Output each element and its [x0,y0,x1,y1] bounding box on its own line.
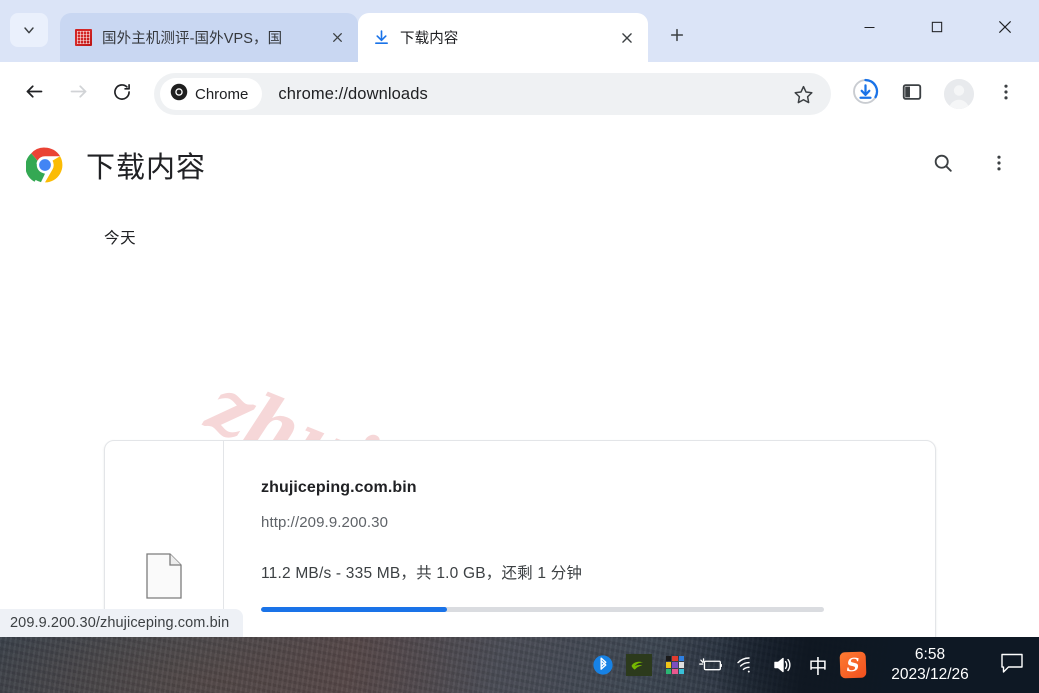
url-text[interactable]: chrome://downloads [278,85,783,104]
more-menu-icon [989,153,1009,178]
minimize-button[interactable] [835,0,903,54]
chevron-down-icon [21,22,37,38]
download-icon [372,29,390,47]
back-arrow-icon [24,81,45,107]
chrome-window: 国外主机测评-国外VPS，国 下载内容 Chrome chrome://down… [0,0,1039,637]
address-bar[interactable]: Chrome chrome://downloads [154,73,831,115]
close-button[interactable] [971,0,1039,54]
tab-strip: 国外主机测评-国外VPS，国 下载内容 [0,0,1039,62]
screen: 国外主机测评-国外VPS，国 下载内容 Chrome chrome://down… [0,0,1039,693]
downloads-header: 下载内容 [0,126,1039,204]
browser-tab-inactive[interactable]: 国外主机测评-国外VPS，国 [60,13,358,62]
plus-icon [669,27,685,48]
tab-list: 国外主机测评-国外VPS，国 下载内容 [60,0,694,62]
window-controls [835,0,1039,54]
side-panel-button[interactable] [891,73,933,115]
download-file-icon-column [105,441,224,637]
back-button[interactable] [12,72,56,116]
downloads-button[interactable] [844,73,886,115]
clock-date: 2023/12/26 [891,666,969,683]
clock-time: 6:58 [914,646,946,664]
download-progress-fill [261,607,447,612]
volume-icon[interactable] [765,637,801,693]
nvidia-icon[interactable] [621,637,657,693]
windows-taskbar: 中 S 6:58 2023/12/26 [0,637,1039,693]
browser-tab-active[interactable]: 下载内容 [358,13,648,62]
sogou-logo: S [839,651,867,679]
date-group-heading: 今天 [104,230,137,247]
download-source-url[interactable]: http://209.9.200.30 [261,514,935,531]
new-tab-button[interactable] [660,20,694,54]
color-palette-icon[interactable] [657,637,693,693]
search-icon [932,152,954,179]
wifi-icon[interactable] [729,637,765,693]
download-filename[interactable]: zhujiceping.com.bin [261,479,935,497]
tab-close-button[interactable] [614,25,640,51]
kebab-menu-icon [996,82,1016,107]
sogou-input-icon[interactable]: S [835,637,871,693]
download-progress-bar [261,607,824,612]
download-status-text: 11.2 MB/s - 335 MB，共 1.0 GB，还剩 1 分钟 [261,565,583,582]
chrome-logo-icon [25,146,64,184]
browser-toolbar: Chrome chrome://downloads [0,62,1039,126]
system-tray: 中 S 6:58 2023/12/26 [585,637,1039,693]
tab-close-button[interactable] [324,25,350,51]
page-title: 下载内容 [86,152,207,184]
taskbar-clock[interactable]: 6:58 2023/12/26 [871,637,989,693]
downloads-search-button[interactable] [921,143,965,187]
profile-button[interactable] [938,73,980,115]
forward-button[interactable] [56,72,100,116]
bluetooth-icon[interactable] [585,637,621,693]
red-seal-icon [74,29,92,47]
profile-avatar [944,79,974,109]
downloads-more-button[interactable] [977,143,1021,187]
downloads-icon [852,78,879,110]
forward-arrow-icon [68,81,89,107]
tab-title: 国外主机测评-国外VPS，国 [102,31,283,47]
tab-title: 下载内容 [400,31,459,47]
notification-icon [999,652,1025,679]
reload-icon [112,82,132,107]
origin-chip-label: Chrome [195,85,249,103]
downloads-page: 下载内容 今天 zhujiceping.com.bin http://209.9… [0,126,1039,637]
download-item-card[interactable]: zhujiceping.com.bin http://209.9.200.30 … [104,440,936,637]
maximize-button[interactable] [903,0,971,54]
status-bubble: 209.9.200.30/zhujiceping.com.bin [0,609,244,637]
battery-icon[interactable] [693,637,729,693]
page-origin-chip[interactable]: Chrome [160,78,263,110]
chrome-menu-button[interactable] [985,73,1027,115]
ime-indicator[interactable]: 中 [801,637,835,693]
reload-button[interactable] [100,72,144,116]
side-panel-icon [901,81,923,108]
bookmark-star-icon[interactable] [783,74,823,114]
chrome-product-icon [170,83,188,106]
generic-file-icon [146,552,182,599]
notification-center-button[interactable] [989,637,1035,693]
tab-search-button[interactable] [10,13,48,47]
download-details: zhujiceping.com.bin http://209.9.200.30 … [224,441,935,637]
